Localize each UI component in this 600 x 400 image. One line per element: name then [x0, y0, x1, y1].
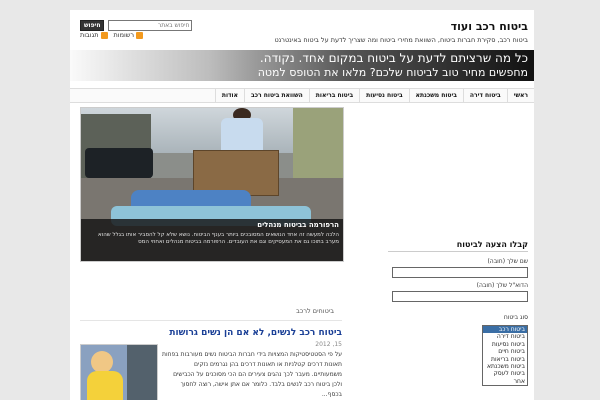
insurance-type-select[interactable]: ביטוח רכב ביטוח דירה ביטוח נסיעות ביטוח …	[482, 325, 528, 387]
feed-links: תגובות רשומות	[80, 31, 144, 39]
insurance-option[interactable]: ביטוח חיים	[483, 348, 527, 355]
nav-item-about[interactable]: אודות	[214, 89, 244, 102]
post-thumbnail[interactable]	[80, 344, 158, 400]
insurance-option[interactable]: ביטוח משכנתא	[483, 363, 527, 370]
quote-form: קבלו הצעה לביטוח שם שלך (חובה) הדוא"ל של…	[388, 240, 528, 387]
search-input[interactable]	[108, 20, 193, 31]
email-label: הדוא"ל שלך (חובה)	[476, 282, 528, 289]
post-date: 15, 2012	[315, 341, 342, 348]
banner-headline: כל מה שרציתם לדעת על ביטוח במקום אחד. נק…	[259, 51, 528, 65]
insurance-option[interactable]: ביטוח בריאות	[483, 356, 527, 363]
name-field[interactable]	[392, 267, 528, 278]
page-container: ביטוח רכב ועוד ביטוח רכב, סקירת חברות בי…	[70, 10, 534, 400]
post-title[interactable]: ביטוח רכב לנשים, לא אם הן נשים גרושות	[169, 328, 342, 338]
breadcrumb[interactable]: ביטוחים לרכב	[296, 307, 334, 315]
post-excerpt: על פי הסטטיסטיקות המצויות בידי חברות הבי…	[162, 351, 342, 398]
main-nav: ראשי ביטוח דירה ביטוח משכנתא ביטוח נסיעו…	[70, 88, 534, 103]
nav-item-travel[interactable]: ביטוח נסיעות	[359, 89, 409, 102]
quote-form-heading: קבלו הצעה לביטוח	[388, 240, 528, 252]
featured-caption: הרפורמה בביטוח מנהלים הלכה למעשה זה אחד …	[81, 219, 343, 261]
insurance-type-label: סוג ביטוח	[503, 314, 528, 321]
comments-feed-link[interactable]: תגובות	[80, 31, 108, 39]
featured-post[interactable]: הרפורמה בביטוח מנהלים הלכה למעשה זה אחד …	[80, 107, 344, 262]
nav-item-health[interactable]: ביטוח בריאות	[308, 89, 359, 102]
nav-item-car-compare[interactable]: השוואת ביטוח רכב	[244, 89, 309, 102]
divider	[80, 320, 342, 321]
nav-item-mortgage[interactable]: ביטוח משכנתא	[408, 89, 463, 102]
featured-excerpt: הלכה למעשה זה אחד הנושאים המסובכים ביותר…	[98, 232, 339, 245]
insurance-option[interactable]: ביטוח נסיעות	[483, 341, 527, 348]
name-label: שם שלך (חובה)	[487, 258, 528, 265]
insurance-option[interactable]: אחר	[483, 378, 527, 385]
search-form: חיפוש	[80, 20, 193, 31]
banner-subline: מחפשים מחיר טוב לביטוח שלכם? מלאו את הטו…	[257, 66, 528, 79]
insurance-option[interactable]: ביטוח לעסק	[483, 370, 527, 377]
nav-item-home[interactable]: ראשי	[506, 89, 534, 102]
insurance-option[interactable]: ביטוח רכב	[483, 326, 527, 334]
nav-item-home-insurance[interactable]: ביטוח דירה	[462, 89, 507, 102]
site-tagline: ביטוח רכב, סקירת חברות ביטוח, השוואת מחי…	[274, 36, 528, 44]
insurance-option[interactable]: ביטוח דירה	[483, 333, 527, 340]
search-button[interactable]: חיפוש	[80, 20, 105, 31]
featured-title[interactable]: הרפורמה בביטוח מנהלים	[85, 221, 339, 229]
rss-icon	[136, 31, 144, 39]
rss-icon	[100, 31, 108, 39]
email-field[interactable]	[392, 291, 528, 302]
site-title[interactable]: ביטוח רכב ועוד	[451, 20, 528, 33]
header-banner: כל מה שרציתם לדעת על ביטוח במקום אחד. נק…	[70, 50, 534, 81]
posts-feed-link[interactable]: רשומות	[114, 31, 144, 39]
